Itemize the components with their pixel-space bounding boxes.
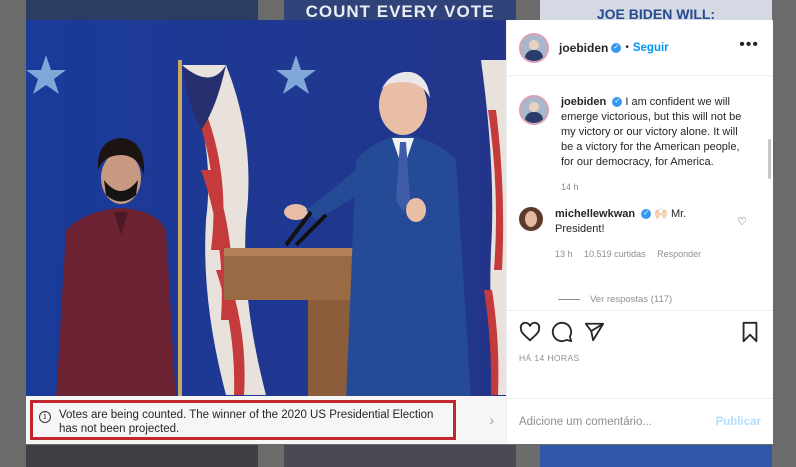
divider xyxy=(558,299,580,300)
election-notice-box: i Votes are being counted. The winner of… xyxy=(30,400,456,440)
add-comment-bar: Publicar xyxy=(507,398,773,444)
election-notice[interactable]: i Votes are being counted. The winner of… xyxy=(26,396,506,444)
view-replies-button[interactable]: Ver respostas (117) xyxy=(558,294,672,305)
background-tile[interactable] xyxy=(540,445,772,467)
background-tile-vote[interactable]: COUNT EVERY VOTE xyxy=(284,0,516,22)
comment-icon[interactable] xyxy=(551,321,573,343)
background-tile[interactable] xyxy=(284,445,516,467)
comment-meta: 13 h 10.519 curtidas Responder xyxy=(555,247,725,262)
caption-text-block: joebiden ✓ I am confident we will emerge… xyxy=(561,95,751,195)
post-header: joebiden ✓ • Seguir ••• xyxy=(507,20,773,76)
caption-username[interactable]: joebiden xyxy=(561,96,606,108)
bookmark-icon[interactable] xyxy=(739,321,761,343)
follow-button[interactable]: Seguir xyxy=(633,42,669,54)
comment-text-block: michellewkwan ✓ 🙌🏻 Mr. President! 13 h 1… xyxy=(555,207,725,262)
verified-badge-icon: ✓ xyxy=(612,97,623,108)
election-notice-text: Votes are being counted. The winner of t… xyxy=(59,409,434,435)
post-photo[interactable]: i Votes are being counted. The winner of… xyxy=(26,20,506,444)
comment-time[interactable]: 13 h xyxy=(555,249,573,259)
background-tile-biden[interactable]: JOE BIDEN WILL: xyxy=(540,0,772,22)
post-image xyxy=(26,20,506,400)
info-icon: i xyxy=(39,411,51,423)
separator: • xyxy=(625,42,629,53)
post-sidebar: joebiden ✓ • Seguir ••• joebiden ✓ I am … xyxy=(506,20,773,444)
caption-meta: 14 h xyxy=(561,180,751,195)
background-tile[interactable] xyxy=(26,0,258,22)
verified-badge-icon: ✓ xyxy=(611,42,622,53)
comments-list[interactable]: joebiden ✓ I am confident we will emerge… xyxy=(507,77,773,309)
comment-input[interactable] xyxy=(519,415,709,428)
list-item: michellewkwan ✓ 🙌🏻 Mr. President! 13 h 1… xyxy=(519,207,725,262)
caption-item: joebiden ✓ I am confident we will emerge… xyxy=(519,95,751,195)
more-options-icon[interactable]: ••• xyxy=(739,36,759,54)
heart-icon[interactable] xyxy=(519,321,541,343)
avatar[interactable] xyxy=(519,95,549,125)
background-tile[interactable] xyxy=(26,445,258,467)
username-link[interactable]: joebiden xyxy=(559,41,608,55)
post-modal: i Votes are being counted. The winner of… xyxy=(26,20,773,444)
avatar[interactable] xyxy=(519,207,543,231)
publish-button[interactable]: Publicar xyxy=(716,416,761,428)
share-icon[interactable] xyxy=(583,321,605,343)
chevron-right-icon[interactable]: › xyxy=(489,412,494,428)
caption-time[interactable]: 14 h xyxy=(561,182,579,192)
avatar[interactable] xyxy=(519,32,549,63)
action-bar: HÁ 14 HORAS xyxy=(507,310,773,396)
comment-likes[interactable]: 10.519 curtidas xyxy=(584,249,646,259)
verified-badge-icon: ✓ xyxy=(641,209,652,220)
heart-icon[interactable]: ♡ xyxy=(737,215,747,228)
post-timestamp[interactable]: HÁ 14 HORAS xyxy=(519,353,580,363)
comment-username[interactable]: michellewkwan xyxy=(555,208,635,220)
action-row xyxy=(519,321,615,343)
scrollbar[interactable] xyxy=(768,139,771,179)
view-replies-label: Ver respostas (117) xyxy=(590,294,673,305)
reply-button[interactable]: Responder xyxy=(657,249,701,259)
